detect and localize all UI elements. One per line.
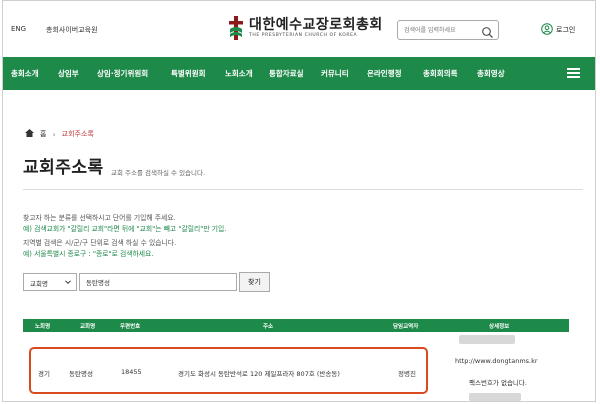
header-presbytery: 노회명 [35,324,51,330]
nav-item-video[interactable]: 총회영상 [477,68,505,79]
breadcrumb-current: 교회주소록 [61,130,94,138]
site-search-input[interactable] [404,25,482,36]
guide-example-2: 예) 서울특별시 종로구 : "종로"로 검색하세요. [23,250,154,258]
nav-item-minutes[interactable]: 총회회의록 [423,68,458,79]
chevron-right-icon: › [52,129,56,139]
breadcrumb-home[interactable]: 홈 [40,129,46,139]
browser-frame: ENG 총회사이버교육원 대한예수교장로회총회 THE PRESBYTERIAN… [2,0,596,402]
main-nav: 총회소개 상임부 상임·정기위원회 특별위원회 노회소개 통합자료실 커뮤니티 … [3,57,595,90]
nav-item-online-admin[interactable]: 온라인행정 [367,68,402,79]
user-icon [541,23,553,37]
header-church: 교회명 [80,324,96,330]
header-address: 주소 [263,324,274,330]
highlight-box [29,347,428,394]
search-icon[interactable] [481,24,494,38]
breadcrumb: 홈 › 교회주소록 [25,129,94,139]
page-title: 교회주소록 [23,158,104,178]
guide-example-1: 예) 검색교회가 "갈릴리 교회"라면 뒤에 "교회"는 빼고 "갈릴리"만 기… [23,225,227,233]
login-button[interactable]: 로그인 [541,23,575,37]
hamburger-menu-icon[interactable] [567,68,580,78]
cross-logo-icon [227,15,245,41]
nav-item-standing-dept[interactable]: 상임부 [58,68,79,79]
eng-link[interactable]: ENG [11,25,26,33]
chevron-down-icon [65,279,71,285]
nav-item-about[interactable]: 총회소개 [11,68,39,79]
guide-text-2: 지역별 검색은 시/군/구 단위로 검색 하실 수 있습니다. [23,239,177,247]
divider [23,189,583,190]
page-subtitle: 교회 주소를 검색하실 수 있습니다. [111,169,206,177]
blurred-text [469,393,521,401]
guide-text-1: 찾고자 하는 분류를 선택하시고 단어를 기입해 주세요. [23,214,176,222]
cyber-education-link[interactable]: 총회사이버교육원 [46,25,98,35]
keyword-input[interactable] [79,273,237,291]
nav-item-archive[interactable]: 통합자료실 [269,68,304,79]
blurred-text [459,335,515,344]
homepage-link[interactable]: http://www.dongtanms.kr [455,357,538,365]
header-pastor: 담임교역자 [393,324,419,330]
nav-item-community[interactable]: 커뮤니티 [321,68,349,79]
find-button[interactable]: 찾기 [239,272,270,292]
nav-item-presbytery[interactable]: 노회소개 [225,68,253,79]
header-details: 상세정보 [489,324,510,330]
home-icon[interactable] [25,129,34,139]
logo-title: 대한예수교장로회총회 [249,17,383,33]
header-zipcode: 우편번호 [120,324,141,330]
nav-item-committees[interactable]: 상임·정기위원회 [97,68,148,79]
login-label: 로그인 [556,26,576,34]
site-search [397,20,499,40]
category-select-value: 교회명 [30,280,48,288]
category-select[interactable]: 교회명 [23,273,77,291]
cell-fax: 팩스번호가 없습니다. [469,379,527,387]
logo-subtitle: THE PRESBYTERIAN CHURCH OF KOREA [249,33,358,38]
top-bar: ENG 총회사이버교육원 대한예수교장로회총회 THE PRESBYTERIAN… [3,1,595,57]
table-header: 노회명 교회명 우편번호 주소 담임교역자 상세정보 [23,319,569,332]
nav-item-special-committee[interactable]: 특별위원회 [171,68,206,79]
site-logo[interactable]: 대한예수교장로회총회 THE PRESBYTERIAN CHURCH OF KO… [227,15,383,41]
